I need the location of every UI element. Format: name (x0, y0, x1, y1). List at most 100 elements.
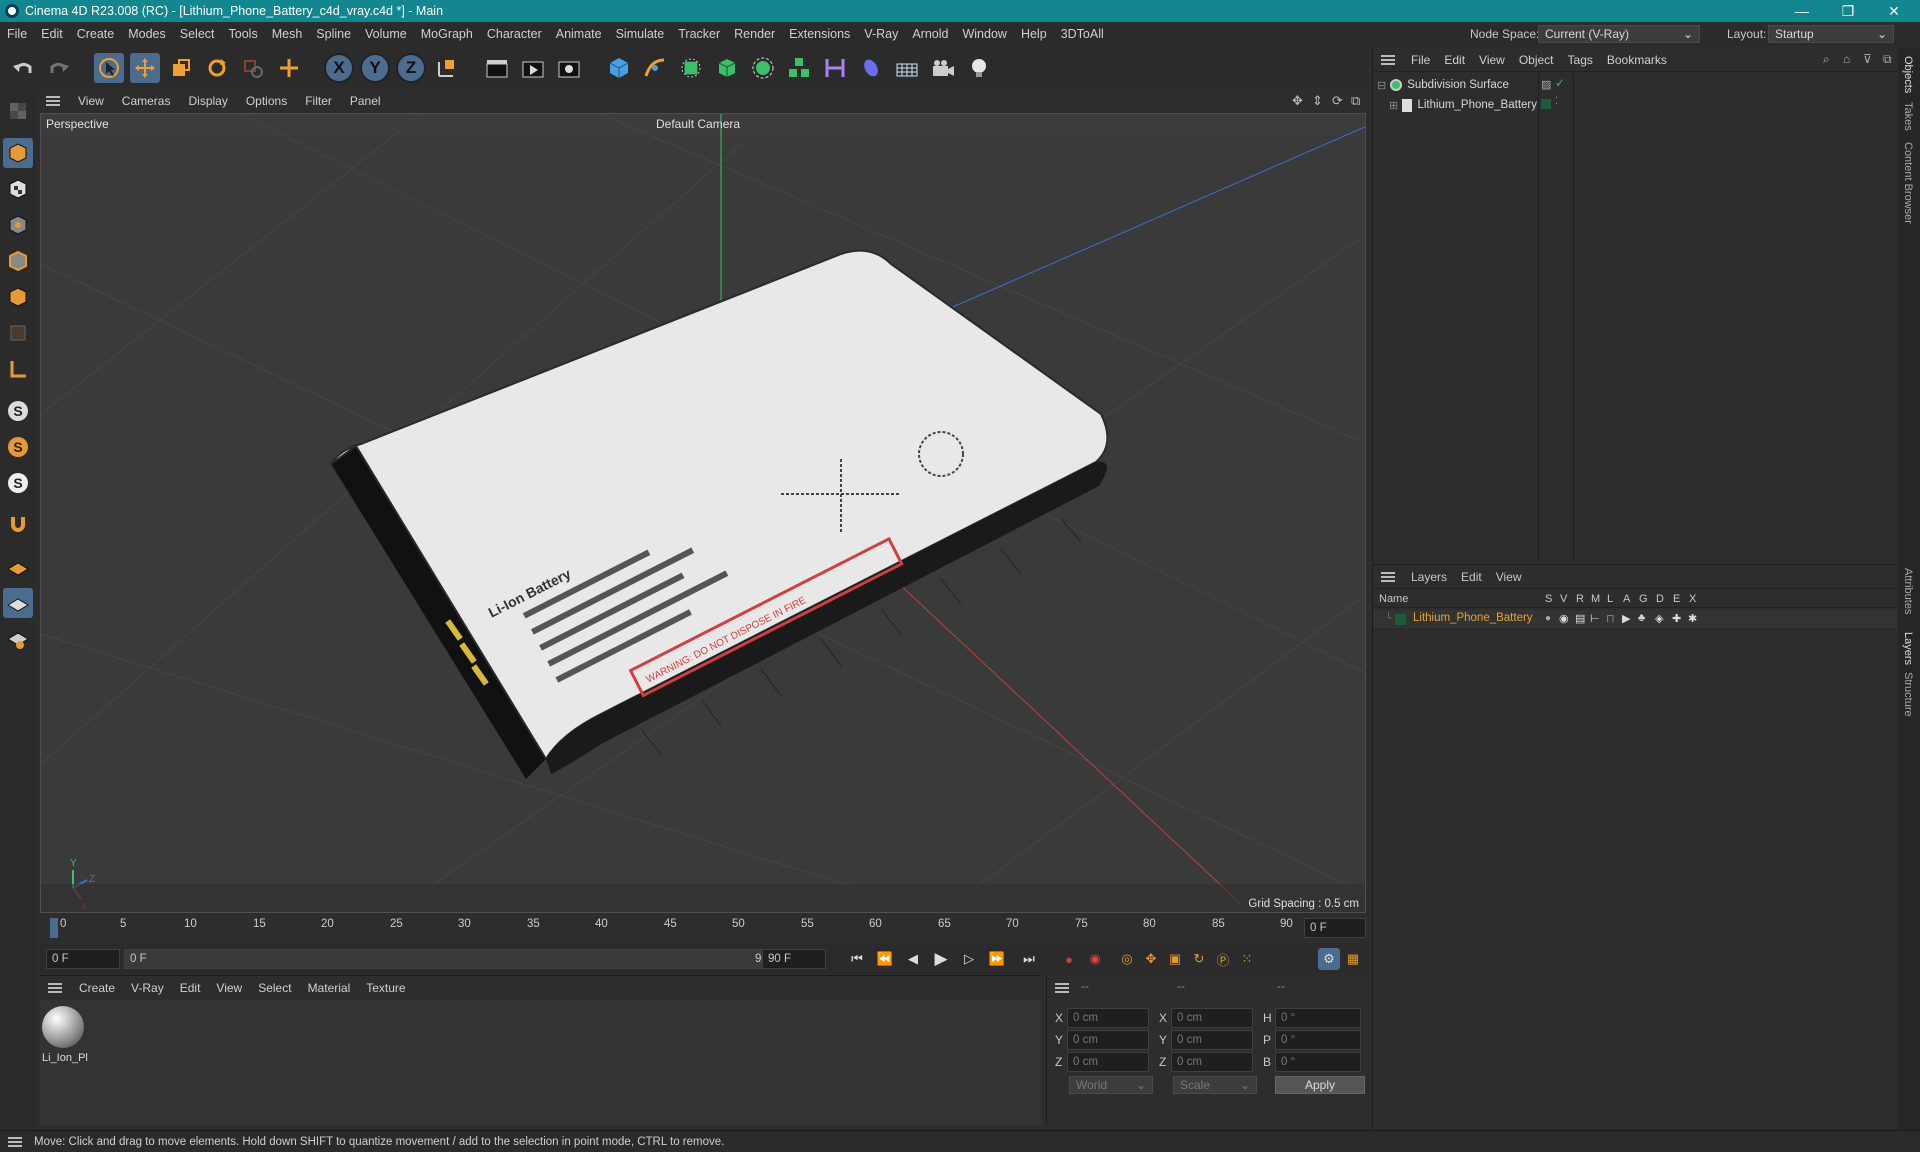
pen-spline-button[interactable] (640, 53, 670, 83)
expand-icon[interactable]: ⊞ (1389, 99, 1398, 112)
axis-x-lock-button[interactable]: X (324, 53, 354, 83)
viewport-menu-display[interactable]: Display (179, 94, 236, 108)
coord-space-select[interactable]: World ⌄ (1069, 1076, 1153, 1094)
layer-name[interactable]: Lithium_Phone_Battery (1413, 612, 1533, 624)
recent-tools-button[interactable] (238, 53, 268, 83)
record-button[interactable]: ● (1058, 948, 1080, 970)
coord-pos-z-field[interactable]: 0 cm (1067, 1052, 1149, 1072)
menu-vray[interactable]: V-Ray (857, 27, 905, 41)
coord-mode-select[interactable]: Scale ⌄ (1173, 1076, 1257, 1094)
points-mode-button[interactable] (3, 210, 33, 240)
menu-animate[interactable]: Animate (549, 27, 609, 41)
deformer-icon[interactable]: ◈ (1655, 612, 1663, 625)
layer-color-swatch[interactable] (1541, 99, 1551, 109)
polygons-mode-button[interactable] (3, 282, 33, 312)
menu-mograph[interactable]: MoGraph (414, 27, 480, 41)
key-rotation-button[interactable]: ↻ (1188, 948, 1210, 970)
col-render[interactable]: R (1576, 593, 1584, 605)
coord-pos-y-field[interactable]: 0 cm (1067, 1030, 1149, 1050)
move-tool-button[interactable] (130, 53, 160, 83)
coordinate-system-button[interactable] (432, 53, 462, 83)
axis-y-lock-button[interactable]: Y (360, 53, 390, 83)
go-to-end-button[interactable]: ⏭ (1018, 948, 1040, 970)
object-menu-object[interactable]: Object (1512, 53, 1561, 67)
start-frame-field[interactable]: 0 F (46, 949, 120, 969)
coord-size-y-field[interactable]: 0 cm (1171, 1030, 1253, 1050)
coord-rot-b-field[interactable]: 0 ° (1275, 1052, 1361, 1072)
solo-dot-icon[interactable]: ● (1545, 613, 1551, 624)
make-editable-button[interactable] (3, 96, 33, 126)
menu-3dtoall[interactable]: 3DToAll (1054, 27, 1111, 41)
restore-button[interactable]: ❐ (1826, 0, 1870, 22)
cube-object-button[interactable] (604, 53, 634, 83)
workplane-button[interactable] (3, 552, 33, 582)
col-animation[interactable]: A (1623, 593, 1630, 605)
close-button[interactable]: ✕ (1872, 0, 1916, 22)
render-region-button[interactable] (482, 53, 512, 83)
layout-select[interactable]: Startup ⌄ (1768, 25, 1894, 43)
material-menu-create[interactable]: Create (71, 981, 123, 995)
menu-window[interactable]: Window (955, 27, 1013, 41)
redo-button[interactable] (44, 53, 74, 83)
col-expressions[interactable]: E (1673, 593, 1680, 605)
next-frame-button[interactable]: ▷ (958, 948, 980, 970)
layer-menu-layers[interactable]: Layers (1404, 570, 1454, 584)
object-menu-view[interactable]: View (1472, 53, 1512, 67)
filter-icon[interactable]: ⊽ (1863, 52, 1872, 66)
tab-layers[interactable]: Layers (1902, 632, 1914, 665)
menu-file[interactable]: File (0, 27, 34, 41)
menu-simulate[interactable]: Simulate (609, 27, 672, 41)
timeline-ruler[interactable]: 0 5 10 15 20 25 30 35 40 45 50 55 60 65 … (40, 914, 1368, 942)
magnet-button[interactable] (3, 510, 33, 540)
material-swatch[interactable]: Li_Ion_Pl (42, 1006, 88, 1066)
menu-character[interactable]: Character (480, 27, 549, 41)
col-generators[interactable]: G (1639, 593, 1648, 605)
render-settings-button[interactable] (554, 53, 584, 83)
apply-button[interactable]: Apply (1275, 1076, 1365, 1094)
material-menu-edit[interactable]: Edit (172, 981, 209, 995)
axis-mode-button[interactable] (3, 354, 33, 384)
render-view-button[interactable] (518, 53, 548, 83)
minimize-button[interactable]: — (1780, 0, 1824, 22)
axis-z-lock-button[interactable]: Z (396, 53, 426, 83)
collapse-icon[interactable]: ⊟ (1377, 79, 1386, 92)
light-button[interactable] (964, 53, 994, 83)
timeline-window-button[interactable]: ▦ (1342, 948, 1364, 970)
xref-icon[interactable]: ✱ (1688, 612, 1697, 625)
generator-icon[interactable]: ♣ (1638, 612, 1645, 624)
hamburger-icon[interactable] (48, 982, 62, 993)
viewport-menu-filter[interactable]: Filter (296, 94, 341, 108)
key-position-button[interactable]: ✥ (1140, 948, 1162, 970)
layer-color-swatch[interactable] (1395, 614, 1406, 625)
uv-mode-button[interactable] (3, 318, 33, 348)
menu-extensions[interactable]: Extensions (782, 27, 857, 41)
snap-settings-button[interactable]: S (3, 432, 33, 462)
material-menu-texture[interactable]: Texture (358, 981, 413, 995)
deformer-button[interactable] (820, 53, 850, 83)
hamburger-icon[interactable] (1055, 983, 1069, 993)
viewport-zoom-icon[interactable]: ⇕ (1312, 93, 1323, 109)
object-menu-file[interactable]: File (1404, 53, 1437, 67)
world-axis-button[interactable] (274, 53, 304, 83)
enabled-check-icon[interactable]: ✓ (1555, 76, 1565, 90)
object-menu-edit[interactable]: Edit (1437, 53, 1472, 67)
current-frame-field[interactable]: 0 F (1304, 918, 1366, 938)
viewport-menu-view[interactable]: View (69, 94, 113, 108)
undo-button[interactable] (8, 53, 38, 83)
tab-content-browser[interactable]: Content Browser (1902, 142, 1914, 224)
key-parameter-button[interactable]: Ⓟ (1212, 948, 1234, 970)
menu-tracker[interactable]: Tracker (671, 27, 727, 41)
menu-select[interactable]: Select (173, 27, 222, 41)
coord-rot-p-field[interactable]: 0 ° (1275, 1030, 1361, 1050)
hamburger-icon[interactable] (8, 1136, 22, 1147)
tab-attributes[interactable]: Attributes (1902, 568, 1914, 614)
key-pla-button[interactable]: ⁙ (1236, 948, 1258, 970)
hamburger-icon[interactable] (1381, 571, 1395, 582)
menu-mesh[interactable]: Mesh (265, 27, 310, 41)
render-clapper-icon[interactable]: ▤ (1575, 612, 1585, 625)
coord-size-z-field[interactable]: 0 cm (1171, 1052, 1253, 1072)
select-tool-button[interactable] (94, 53, 124, 83)
visibility-dots-icon[interactable]: ⁚ (1555, 96, 1558, 107)
edges-mode-button[interactable] (3, 246, 33, 276)
menu-volume[interactable]: Volume (358, 27, 414, 41)
